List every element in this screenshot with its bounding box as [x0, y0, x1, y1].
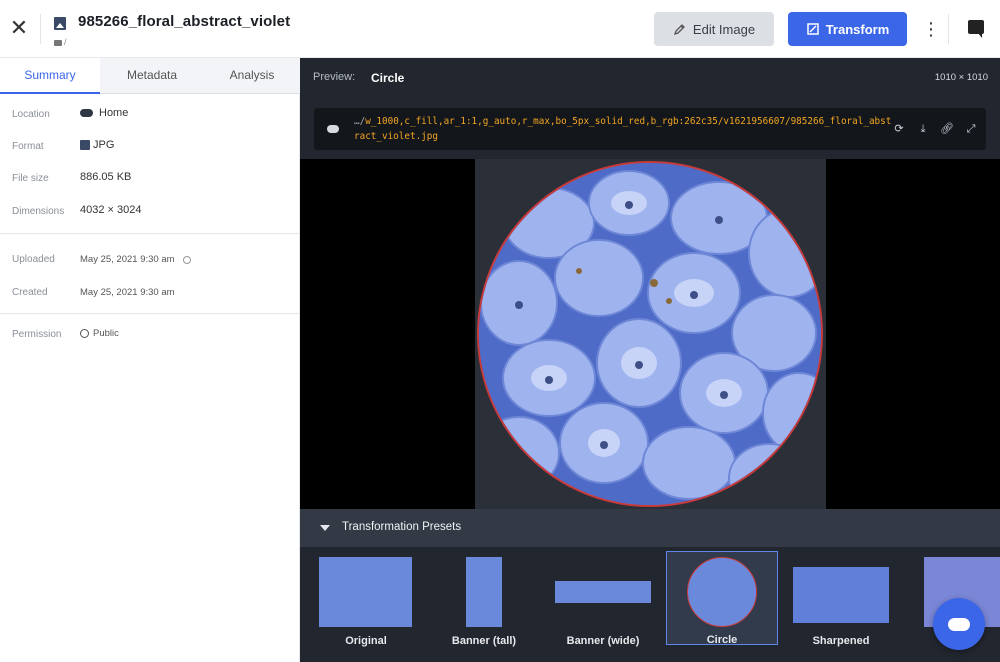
preview-name: Circle	[371, 71, 405, 85]
transform-icon	[806, 23, 819, 35]
permission-text: Public	[93, 328, 119, 339]
link-icon[interactable]: 🔗︎	[940, 122, 954, 136]
preview-dimensions: 1010 × 1010	[934, 72, 988, 83]
format-value: JPG	[80, 139, 114, 151]
edit-image-button[interactable]: Edit Image	[654, 12, 774, 46]
transform-button[interactable]: Transform	[788, 12, 907, 46]
presets-strip: Original Banner (tall) Banner (wide) Cir…	[300, 547, 1000, 662]
preset-banner-wide[interactable]: Banner (wide)	[547, 551, 659, 647]
uploaded-text: May 25, 2021 9:30 am	[80, 254, 175, 265]
preview-canvas	[475, 159, 826, 509]
preset-thumbnail	[555, 581, 651, 603]
preset-banner-tall[interactable]: Banner (tall)	[428, 551, 540, 647]
dimensions-value: 4032 × 3024	[80, 204, 142, 216]
tab-metadata[interactable]: Metadata	[100, 58, 204, 94]
delivery-url-box[interactable]: …/w_1000,c_fill,ar_1:1,g_auto,r_max,bo_5…	[314, 108, 986, 150]
preset-label: Banner (wide)	[566, 635, 640, 647]
preset-label: Original	[345, 635, 387, 647]
folder-path-text: /	[64, 37, 67, 47]
preview-image	[477, 161, 823, 507]
url-text: w_1000,c_fill,ar_1:1,g_auto,r_max,bo_5px…	[354, 116, 892, 142]
filesize-label: File size	[12, 173, 49, 184]
expand-icon[interactable]: ⤢	[964, 122, 978, 136]
created-label: Created	[12, 287, 48, 298]
uploaded-value: May 25, 2021 9:30 am	[80, 254, 191, 265]
image-file-icon	[54, 17, 66, 30]
info-icon[interactable]	[182, 255, 191, 264]
top-header: ✕ 985266_floral_abstract_violet / Edit I…	[0, 0, 1000, 58]
preview-label: Preview:	[313, 71, 356, 83]
location-value[interactable]: Home	[80, 107, 128, 119]
preview-stage	[300, 159, 1000, 509]
image-file-icon	[80, 140, 90, 150]
preset-circle[interactable]: Circle	[666, 551, 778, 646]
uploaded-label: Uploaded	[12, 254, 55, 265]
format-label: Format	[12, 141, 44, 152]
permission-value[interactable]: Public	[80, 328, 119, 339]
info-panel: Summary Metadata Analysis Location Home …	[0, 58, 300, 662]
caret-down-icon	[320, 525, 330, 531]
divider	[40, 14, 41, 44]
preset-original[interactable]: Original	[310, 551, 422, 647]
cloud-icon	[80, 109, 93, 117]
delivery-url[interactable]: …/w_1000,c_fill,ar_1:1,g_auto,r_max,bo_5…	[354, 114, 894, 144]
refresh-icon[interactable]: ⟳	[892, 122, 906, 136]
preset-label: Circle	[706, 634, 738, 646]
file-title: 985266_floral_abstract_violet	[78, 13, 291, 30]
close-icon[interactable]: ✕	[8, 17, 30, 39]
cloud-icon	[327, 125, 339, 133]
floral-image	[479, 163, 821, 505]
presets-title: Transformation Presets	[342, 521, 462, 533]
transform-label: Transform	[825, 21, 890, 37]
preview-panel: Preview: Circle 1010 × 1010 …/w_1000,c_f…	[300, 58, 1000, 662]
globe-icon	[80, 329, 89, 338]
divider	[0, 233, 299, 234]
format-text: JPG	[93, 139, 115, 151]
comment-icon[interactable]	[968, 20, 984, 38]
preset-thumbnail	[319, 557, 412, 627]
preset-sharpened[interactable]: Sharpened	[785, 551, 897, 647]
download-icon[interactable]: ⤓	[916, 122, 930, 136]
edit-image-label: Edit Image	[692, 21, 756, 37]
preset-thumbnail	[687, 557, 757, 627]
permission-label: Permission	[12, 329, 62, 340]
upload-cloud-button[interactable]	[933, 598, 985, 650]
tab-summary[interactable]: Summary	[0, 58, 100, 94]
more-vertical-icon[interactable]: ⋮	[922, 16, 940, 42]
location-label: Location	[12, 109, 50, 120]
preset-label: Sharpened	[812, 635, 870, 647]
tab-analysis[interactable]: Analysis	[204, 58, 300, 94]
preview-bar: Preview: Circle 1010 × 1010	[300, 58, 1000, 98]
folder-icon	[54, 39, 62, 46]
url-prefix: …/	[354, 116, 366, 127]
preset-label: Banner (tall)	[451, 635, 517, 647]
dimensions-label: Dimensions	[12, 206, 65, 217]
preset-thumbnail	[466, 557, 502, 627]
upload-cloud-icon	[948, 618, 970, 631]
divider	[948, 14, 949, 44]
created-value: May 25, 2021 9:30 am	[80, 287, 175, 298]
presets-header[interactable]: Transformation Presets	[300, 509, 1000, 547]
info-tabs: Summary Metadata Analysis	[0, 58, 300, 94]
folder-path[interactable]: /	[54, 37, 67, 47]
location-text: Home	[99, 107, 129, 119]
url-actions: ⟳ ⤓ 🔗︎ ⤢	[892, 122, 978, 136]
divider	[0, 313, 299, 314]
edit-icon	[673, 24, 685, 36]
preset-thumbnail	[793, 567, 889, 623]
filesize-value: 886.05 KB	[80, 171, 132, 183]
